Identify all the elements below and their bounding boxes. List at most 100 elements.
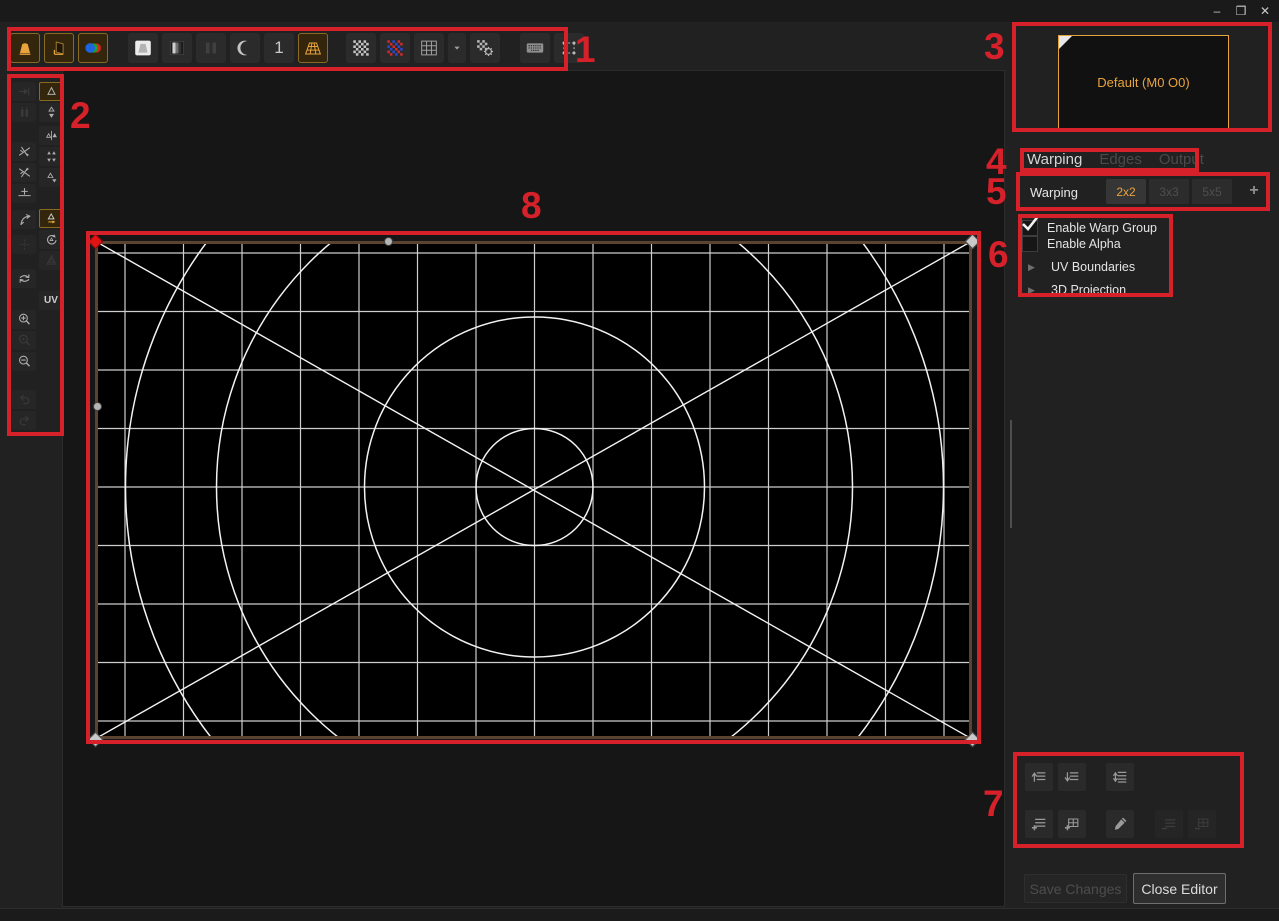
maximize-button[interactable]: ❒ <box>1233 3 1249 19</box>
pattern-settings-button[interactable] <box>470 33 500 63</box>
projector-view-button[interactable] <box>10 33 40 63</box>
reorder-rows-button[interactable] <box>1106 763 1134 791</box>
knife-tool-button[interactable] <box>12 142 36 161</box>
checkmark-icon <box>1021 214 1041 234</box>
tab-warping[interactable]: Warping <box>1027 151 1082 168</box>
window-controls: – ❒ ✕ <box>1209 0 1273 22</box>
transform-handles-button[interactable] <box>554 33 584 63</box>
warping-row-label: Warping <box>1030 185 1078 200</box>
undo-button <box>12 390 36 409</box>
tab-output[interactable]: Output <box>1159 151 1204 168</box>
color-checkerboard-pattern-button[interactable] <box>380 33 410 63</box>
annotation-label-3: 3 <box>984 28 1005 65</box>
uv-button[interactable]: UV <box>39 291 63 310</box>
enable-warp-group-checkbox-row: Enable Warp Group <box>1022 220 1262 236</box>
add-point-button[interactable] <box>12 184 36 203</box>
output-preview[interactable]: Default (M0 O0) <box>1058 35 1229 129</box>
add-warp-grid-button[interactable]: + <box>1244 181 1264 201</box>
surface-actions-row2 <box>1025 810 1216 838</box>
redo-button <box>12 411 36 430</box>
minimize-icon: – <box>1214 5 1221 17</box>
enable-alpha-checkbox[interactable] <box>1022 236 1038 252</box>
panel-scrollbar[interactable] <box>1010 420 1012 528</box>
window-bottom-edge <box>0 908 1279 921</box>
corner-point-button[interactable] <box>39 168 63 187</box>
maximize-icon: ❒ <box>1236 5 1247 17</box>
edge-blend-pair-button <box>196 33 226 63</box>
uv-boundaries-group[interactable]: ▶ UV Boundaries <box>1022 259 1262 275</box>
warp-edge-point[interactable] <box>93 402 102 411</box>
scale-points-button <box>39 251 63 270</box>
expand-arrow-icon[interactable]: ▶ <box>1028 262 1042 273</box>
main-toolbar: 1 <box>10 33 584 63</box>
titlebar: – ❒ ✕ <box>0 0 1279 22</box>
night-mode-button[interactable] <box>230 33 260 63</box>
zoom-in-button[interactable] <box>12 310 36 329</box>
enable-warp-group-checkbox[interactable] <box>1022 220 1038 236</box>
distribute-vertical-button[interactable] <box>39 147 63 166</box>
tab-edges[interactable]: Edges <box>1099 151 1142 168</box>
toolbar-group-display-options: 1 <box>128 33 328 63</box>
grid-pattern-button[interactable] <box>414 33 444 63</box>
enable-alpha-checkbox-label: Enable Alpha <box>1047 237 1121 251</box>
close-icon: ✕ <box>1260 5 1270 17</box>
toolbar-group-test-patterns <box>346 33 500 63</box>
move-row-up-button[interactable] <box>1025 763 1053 791</box>
enable-warp-group-checkbox-label: Enable Warp Group <box>1047 221 1157 235</box>
remove-row-button <box>1155 810 1183 838</box>
add-row-button[interactable] <box>1025 810 1053 838</box>
select-points-button[interactable] <box>39 82 63 101</box>
warp-grid-5x5-button[interactable]: 5x5 <box>1192 179 1232 204</box>
zoom-reset-button <box>12 331 36 350</box>
projection-3d-group-label: 3D Projection <box>1051 283 1126 297</box>
warp-grid-3x3-button[interactable]: 3x3 <box>1149 179 1189 204</box>
flip-vertical-button[interactable] <box>39 103 63 122</box>
knife-alt-tool-button[interactable] <box>12 163 36 182</box>
rotate-points-button[interactable] <box>39 230 63 249</box>
warp-canvas[interactable] <box>95 241 972 739</box>
remove-grid-button <box>1188 810 1216 838</box>
sidebar-tools-right: UV <box>39 80 63 310</box>
panel-tabs: Warping Edges Output <box>1027 151 1204 168</box>
toolbar-group-view-modes <box>10 33 108 63</box>
uv-boundaries-group-label: UV Boundaries <box>1051 260 1135 274</box>
keyboard-shortcuts-button[interactable] <box>520 33 550 63</box>
add-grid-button[interactable] <box>1058 810 1086 838</box>
move-points-button[interactable] <box>39 209 63 228</box>
preview-label: Default (M0 O0) <box>1097 75 1189 90</box>
output-number-button[interactable]: 1 <box>264 33 294 63</box>
rgb-channels-button[interactable] <box>78 33 108 63</box>
warp-editor-window: – ❒ ✕ 1 UV Default (M0 O0) Warping Edges Out… <box>0 0 1279 921</box>
expand-arrow-icon[interactable]: ▶ <box>1028 285 1042 296</box>
warp-grid-button[interactable] <box>298 33 328 63</box>
edge-blend-button[interactable] <box>162 33 192 63</box>
minimize-button[interactable]: – <box>1209 3 1225 19</box>
guides-button <box>12 235 36 254</box>
grid-pattern-dropdown[interactable] <box>448 33 466 63</box>
edit-button[interactable] <box>1106 810 1134 838</box>
snap-button <box>12 82 36 101</box>
show-surface-button[interactable] <box>128 33 158 63</box>
test-pattern-svg <box>95 241 972 739</box>
projection-3d-group[interactable]: ▶ 3D Projection <box>1022 282 1262 298</box>
distribute-button <box>12 103 36 122</box>
warp-edge-point[interactable] <box>384 237 393 246</box>
warp-grid-options: 2x23x35x5 <box>1106 179 1232 204</box>
warp-properties: Enable Warp Group Enable Alpha ▶ UV Boundar… <box>1022 220 1262 298</box>
sidebar-tools-left <box>12 80 36 430</box>
checkerboard-pattern-button[interactable] <box>346 33 376 63</box>
close-editor-button[interactable]: Close Editor <box>1133 873 1226 904</box>
enable-alpha-checkbox-row: Enable Alpha <box>1022 236 1262 252</box>
warp-grid-2x2-button[interactable]: 2x2 <box>1106 179 1146 204</box>
align-horizontal-button[interactable] <box>39 126 63 145</box>
surface-view-button[interactable] <box>44 33 74 63</box>
move-row-down-button[interactable] <box>1058 763 1086 791</box>
zoom-out-button[interactable] <box>12 352 36 371</box>
preview-corner-fold-icon <box>1059 36 1072 49</box>
curve-tool-button[interactable] <box>12 210 36 229</box>
surface-actions-row1 <box>1025 763 1134 791</box>
save-changes-button: Save Changes <box>1024 874 1127 903</box>
swap-button[interactable] <box>12 269 36 288</box>
toolbar-group-input-tools <box>520 33 584 63</box>
close-button[interactable]: ✕ <box>1257 3 1273 19</box>
